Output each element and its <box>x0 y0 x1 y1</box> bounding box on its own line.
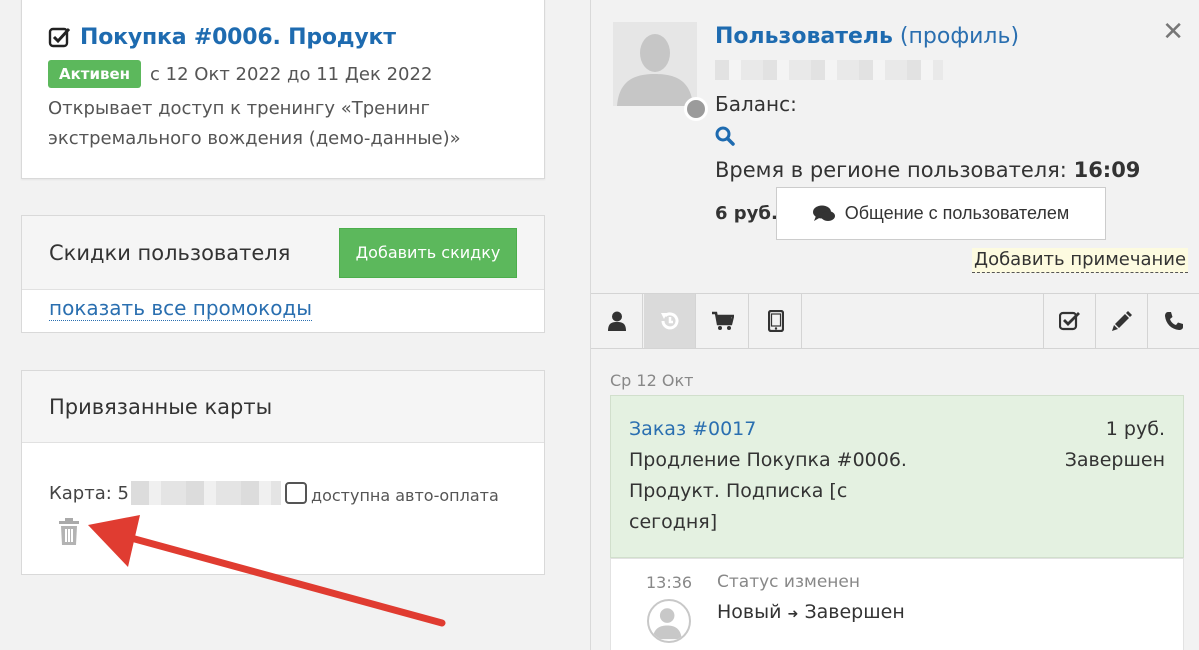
user-email-redacted <box>715 60 943 80</box>
chat-with-user-button[interactable]: Общение с пользователем <box>776 187 1106 240</box>
order-summary: 1 руб. Завершен <box>1065 414 1165 476</box>
status-change-event: 13:36 Статус изменен Новый ➜ Завершен <box>610 558 1184 650</box>
chat-button-label: Общение с пользователем <box>844 203 1070 223</box>
order-amount: 1 руб. <box>1105 418 1165 440</box>
tab-devices[interactable] <box>750 294 802 348</box>
phone-icon <box>1165 312 1183 330</box>
user-title: Пользователь (профиль) <box>715 24 1019 49</box>
user-sidebar: ✕ Пользователь (профиль) Баланс: Время в… <box>590 0 1199 650</box>
event-time: 13:36 <box>646 573 693 592</box>
comments-icon <box>812 205 835 221</box>
status-badge: Активен <box>48 60 142 88</box>
event-from-status: Новый <box>717 601 782 623</box>
card-label: Карта: 5 <box>49 482 129 504</box>
tab-history[interactable] <box>644 294 696 348</box>
arrow-right-icon: ➜ <box>787 607 799 622</box>
trash-icon[interactable] <box>58 518 80 546</box>
cart-icon <box>711 311 734 330</box>
purchase-title-link[interactable]: Покупка #0006. Продукт <box>80 25 396 50</box>
cards-header: Привязанные карты <box>22 371 544 443</box>
user-name-link[interactable]: Пользователь <box>715 24 893 49</box>
balance-label: Баланс: <box>715 92 797 116</box>
user-local-time: Время в регионе пользователя: 16:09 <box>715 158 1140 182</box>
order-status: Завершен <box>1064 449 1165 471</box>
tab-tasks[interactable] <box>1043 294 1095 348</box>
card-row: Карта: 5 доступна авто-оплата <box>49 481 544 505</box>
discounts-header: Скидки пользователя Добавить скидку <box>22 216 544 290</box>
tab-call[interactable] <box>1147 294 1199 348</box>
time-value: 16:09 <box>1073 158 1141 182</box>
event-avatar <box>647 599 691 643</box>
event-title: Статус изменен <box>717 572 860 592</box>
tab-edit[interactable] <box>1095 294 1147 348</box>
purchase-description: Открывает доступ к тренингу «Тренинг экс… <box>48 98 461 149</box>
avatar <box>613 22 697 106</box>
purchase-title-row: Покупка #0006. Продукт <box>48 25 518 50</box>
add-note-link[interactable]: Добавить примечание <box>972 248 1189 273</box>
discounts-panel: Скидки пользователя Добавить скидку пока… <box>21 215 545 333</box>
checkbox-checked-icon <box>48 27 71 47</box>
cards-title: Привязанные карты <box>49 394 273 419</box>
autopay-checkbox[interactable] <box>285 482 307 504</box>
timeline-date: Ср 12 Окт <box>610 371 694 390</box>
profile-link[interactable]: (профиль) <box>900 24 1019 49</box>
discounts-title: Скидки пользователя <box>49 240 291 265</box>
show-promocodes-link[interactable]: показать все промокоды <box>49 296 313 321</box>
add-discount-button[interactable]: Добавить скидку <box>339 227 517 278</box>
tab-user[interactable] <box>591 294 643 348</box>
autopay-label: доступна авто-оплата <box>311 485 499 505</box>
order-entry: Заказ #0017 1 руб. Завершен Продление По… <box>610 395 1184 558</box>
history-icon <box>660 312 678 330</box>
user-amount: 6 руб. <box>715 203 778 224</box>
purchase-card: Покупка #0006. Продукт Активен с 12 Окт … <box>21 0 545 179</box>
tab-purchases[interactable] <box>697 294 749 348</box>
mobile-icon <box>767 310 784 332</box>
status-dot <box>684 97 708 121</box>
user-icon <box>607 311 626 331</box>
event-status-change: Новый ➜ Завершен <box>717 601 905 623</box>
event-to-status: Завершен <box>804 601 905 623</box>
search-icon[interactable] <box>715 126 735 146</box>
checkbox-icon <box>1058 311 1080 331</box>
user-tabs <box>591 293 1199 349</box>
pencil-icon <box>1111 311 1132 331</box>
close-icon[interactable]: ✕ <box>1162 19 1184 45</box>
purchase-meta: Активен с 12 Окт 2022 до 11 Дек 2022 <box>48 60 518 88</box>
annotation-arrow <box>88 515 446 627</box>
time-label: Время в регионе пользователя: <box>715 158 1067 182</box>
card-number-redacted <box>131 481 281 505</box>
purchase-period: с 12 Окт 2022 до 11 Дек 2022 <box>150 63 433 85</box>
order-description: Продление Покупка #0006. Продукт. Подпис… <box>629 449 907 533</box>
order-link[interactable]: Заказ #0017 <box>629 418 756 440</box>
